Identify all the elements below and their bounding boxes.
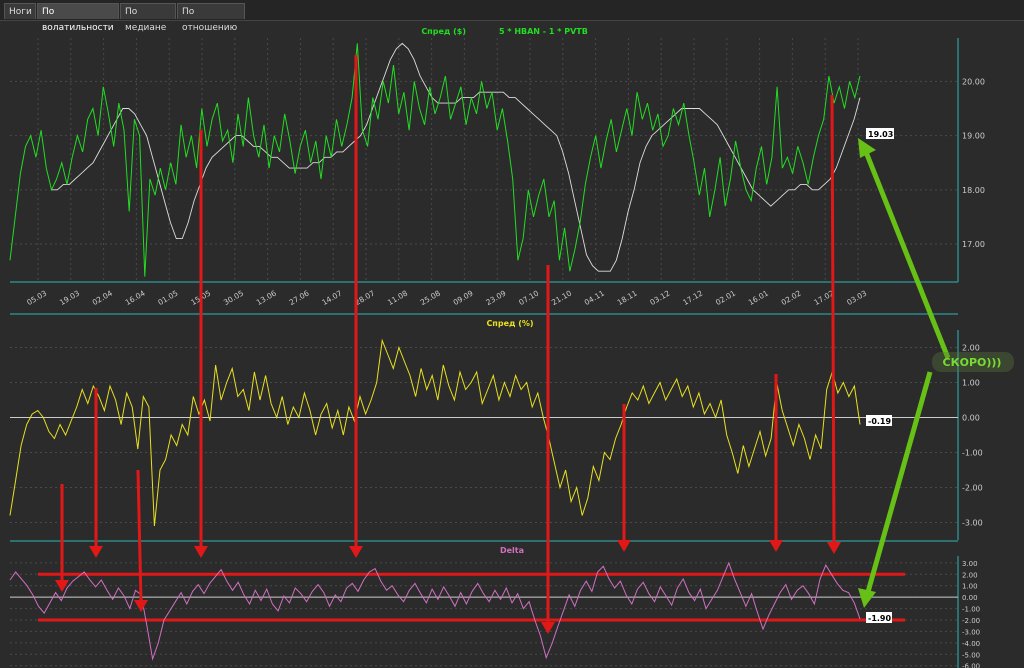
- green-arrowhead-down: [858, 588, 876, 608]
- y-tick-label: 0.00: [962, 594, 978, 602]
- bot-chart-title: Delta: [500, 546, 524, 555]
- x-tick-label: 01.05: [156, 288, 179, 307]
- y-tick-label: -5.00: [962, 651, 980, 659]
- y-tick-label: -3.00: [962, 519, 983, 528]
- tab-by-volatility[interactable]: По волатильности: [37, 3, 119, 33]
- y-tick-label: 17.00: [962, 240, 985, 249]
- y-tick-label: 20.00: [962, 77, 985, 86]
- x-tick-label: 02.01: [714, 288, 737, 307]
- x-tick-label: 30.05: [222, 288, 245, 307]
- spread-percent-panel: 2.00 1.00 0.00 -1.00 -2.00 -3.00 Спред (%) -0…: [9, 319, 983, 540]
- red-arrowhead: [769, 540, 783, 552]
- x-tick-label: 19.03: [58, 288, 81, 307]
- red-arrow-annotations: [55, 55, 841, 634]
- y-tick-label: 0.00: [962, 414, 980, 423]
- top-chart-title: Спред ($): [421, 27, 466, 36]
- tab-by-median[interactable]: По медиане: [120, 3, 176, 33]
- y-tick-label: -6.00: [962, 663, 980, 668]
- y-tick-label: -2.00: [962, 484, 983, 493]
- red-arrowhead: [349, 546, 363, 558]
- tab-bar: Ноги По волатильности По медиане По отно…: [0, 0, 1024, 33]
- x-tick-label: 03.12: [648, 288, 671, 307]
- x-tick-label: 16.01: [747, 288, 770, 307]
- spread-dollar-panel: 20.00 19.00 18.00 17.00 05.03 19.03 02.04 16.0…: [9, 27, 985, 307]
- green-arrow-down: [865, 371, 933, 593]
- annotation-text: СКОРО))): [943, 356, 1002, 369]
- x-tick-label: 23.09: [484, 288, 507, 307]
- x-tick-label: 18.11: [616, 288, 639, 307]
- x-tick-label: 09.09: [452, 288, 475, 307]
- x-tick-label: 03.03: [845, 288, 868, 307]
- top-chart-subtitle: 5 * HBAN - 1 * PVTB: [499, 27, 588, 36]
- x-tick-label: 14.07: [320, 288, 343, 307]
- x-tick-label: 17.12: [681, 288, 704, 307]
- mid-chart-title: Спред (%): [486, 319, 533, 328]
- y-tick-label: 1.00: [962, 379, 980, 388]
- x-tick-label: 07.10: [517, 288, 540, 307]
- delta-panel: 3.00 2.00 1.00 0.00 -1.00 -2.00 -3.00 -4.00 -5.0…: [9, 546, 980, 668]
- x-tick-label: 04.11: [583, 288, 606, 307]
- y-tick-label: 2.00: [962, 571, 978, 579]
- tab-legs[interactable]: Ноги: [4, 3, 36, 19]
- spread-dollar-line: [9, 43, 861, 277]
- mid-last-value-label: -0.19: [868, 417, 891, 426]
- y-tick-label: -1.00: [962, 606, 980, 614]
- tab-by-ratio[interactable]: По отношению: [177, 3, 245, 33]
- x-tick-label: 13.06: [255, 288, 278, 307]
- delta-line: [9, 561, 861, 661]
- x-tick-label: 02.04: [91, 288, 114, 307]
- x-tick-label: 02.02: [780, 288, 803, 307]
- x-tick-label: 05.03: [25, 288, 48, 307]
- green-arrow-up: [863, 151, 951, 359]
- x-tick-label: 21.10: [550, 288, 573, 307]
- y-tick-label: 19.00: [962, 132, 985, 141]
- x-tick-label: 11.08: [386, 288, 409, 307]
- x-tick-label: 27.06: [288, 288, 311, 307]
- y-tick-label: -1.00: [962, 449, 983, 458]
- red-arrowhead: [541, 622, 555, 634]
- bot-last-value-label: -1.90: [868, 614, 891, 623]
- red-arrowhead: [194, 546, 208, 558]
- red-arrowhead: [617, 540, 631, 552]
- red-arrowhead: [89, 546, 103, 558]
- chart-canvas: 20.00 19.00 18.00 17.00 05.03 19.03 02.04 16.0…: [9, 27, 1014, 668]
- red-arrowhead: [827, 542, 841, 554]
- red-arrowhead: [134, 600, 148, 612]
- red-arrow: [830, 94, 836, 545]
- green-arrow-annotations: СКОРО))): [858, 138, 1014, 608]
- y-tick-label: 2.00: [962, 344, 980, 353]
- y-tick-label: -2.00: [962, 617, 980, 625]
- y-tick-label: -3.00: [962, 628, 980, 636]
- y-tick-label: 3.00: [962, 560, 978, 568]
- y-tick-label: 18.00: [962, 186, 985, 195]
- red-arrow: [136, 469, 143, 603]
- x-tick-label: 16.04: [124, 288, 147, 307]
- y-tick-label: 1.00: [962, 583, 978, 591]
- x-tick-label: 25.08: [419, 288, 442, 307]
- y-tick-label: -4.00: [962, 640, 980, 648]
- top-last-value-label: 19.03: [868, 130, 893, 139]
